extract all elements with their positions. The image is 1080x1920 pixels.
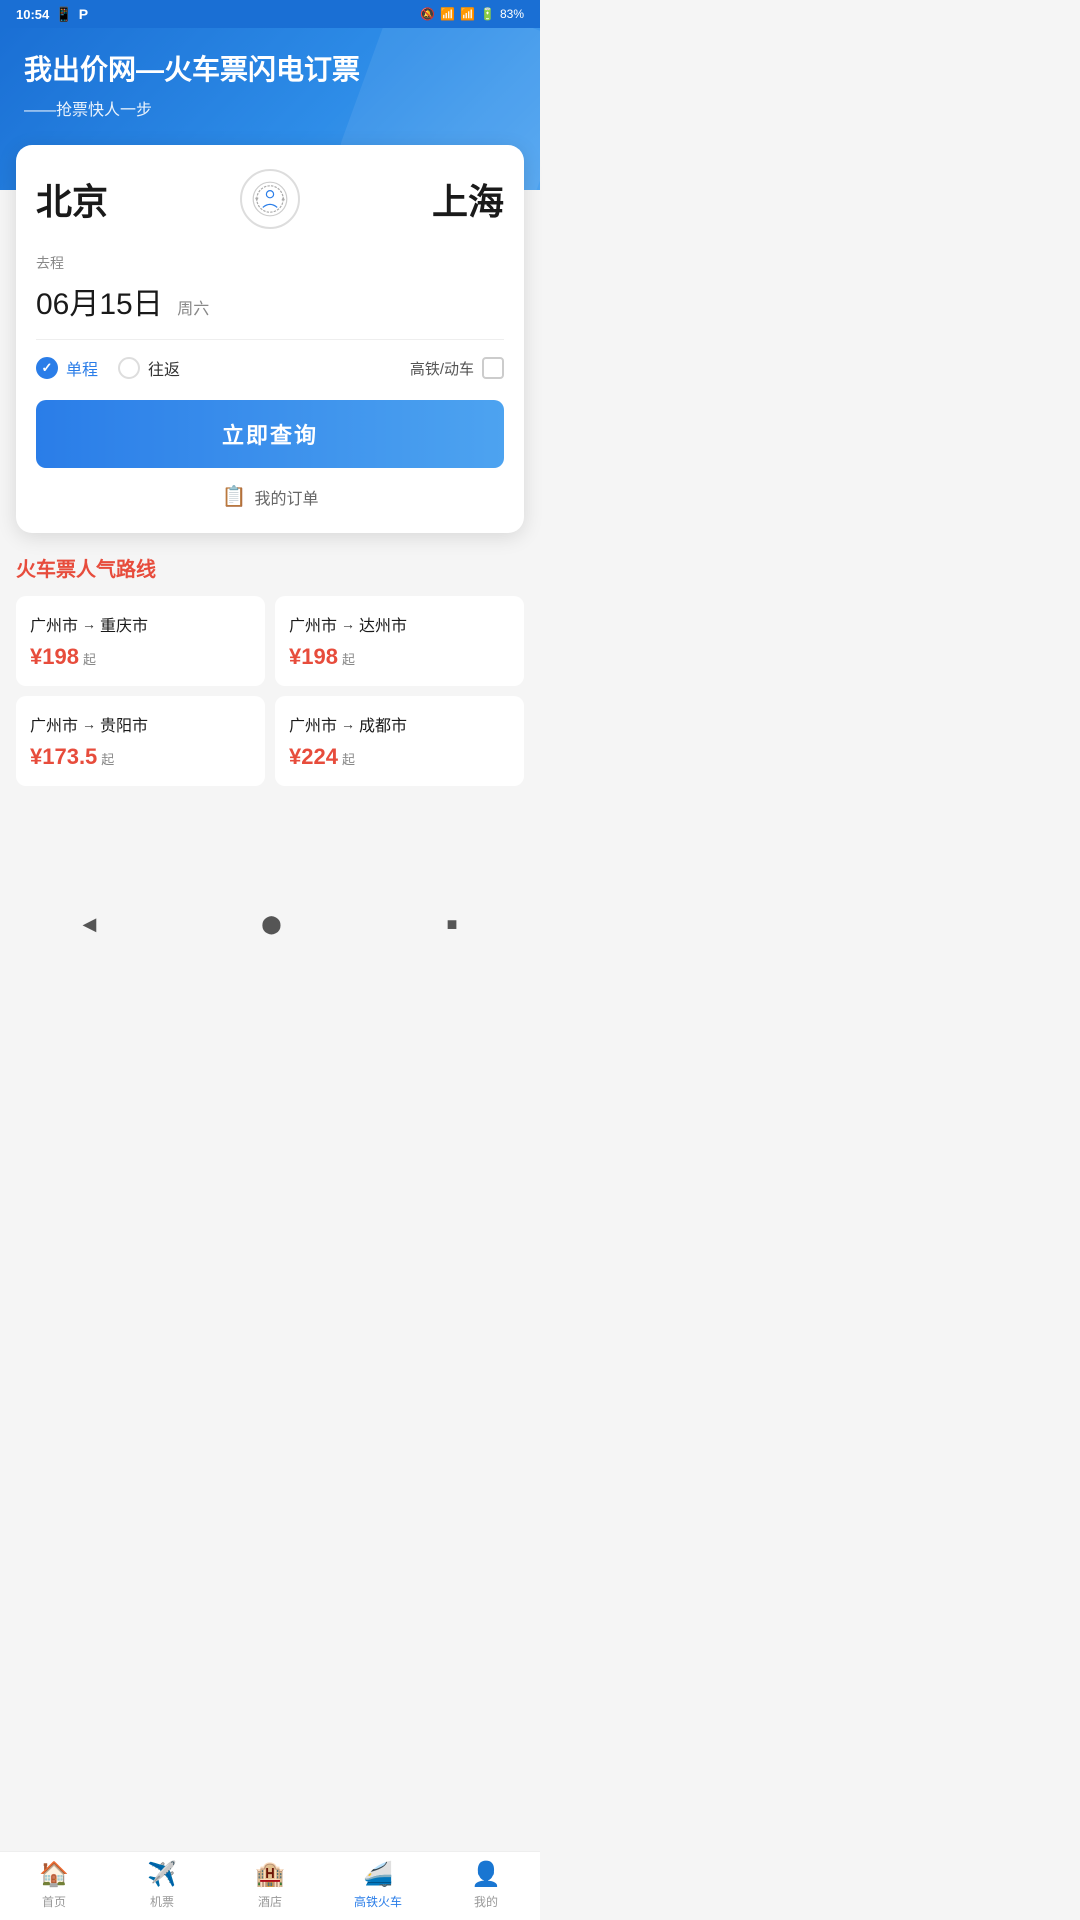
popular-section: 火车票人气路线 广州市 → 重庆市 ¥198 起 广州市 → 达州市 ¥198 … [0,533,540,786]
date-value: 06月15日 [36,288,163,321]
price-value: ¥173.5 [30,744,97,770]
route-to: 贵阳市 [100,712,148,736]
battery-icon: 🔋 [480,7,495,21]
price-value: ¥198 [289,644,338,670]
price-from: 起 [342,749,355,768]
hg-checkbox[interactable] [482,357,504,379]
route-name: 广州市 → 达州市 [289,612,510,636]
arrow-icon: → [82,716,96,732]
nav-icon-3: 🚄 [363,1860,393,1889]
nav-label-4: 我的 [474,1893,498,1910]
hg-option[interactable]: 高铁/动车 [410,357,504,379]
arrow-icon: → [82,616,96,632]
route-from: 广州市 [30,712,78,736]
bell-icon: 🔕 [420,7,435,21]
main-content: 北京 上海 去程 06月15日 周六 [0,145,540,906]
route-row: 北京 上海 [36,169,504,229]
header-title: 我出价网—火车票闪电订票 [24,52,516,88]
route-card[interactable]: 广州市 → 成都市 ¥224 起 [275,696,524,786]
nav-icon-0: 🏠 [39,1860,69,1889]
date-weekday: 周六 [177,301,209,318]
route-card[interactable]: 广州市 → 贵阳市 ¥173.5 起 [16,696,265,786]
route-name: 广州市 → 成都市 [289,712,510,736]
signal-icon: 📶 [460,7,475,21]
bottom-nav: 🏠 首页 ✈️ 机票 🏨 酒店 🚄 高铁火车 👤 我的 [0,1851,540,1920]
route-to: 成都市 [359,712,407,736]
nav-icon-1: ✈️ [147,1860,177,1889]
popular-title: 火车票人气路线 [16,553,524,582]
nav-item-我的[interactable]: 👤 我的 [432,1860,540,1910]
route-price: ¥198 起 [289,644,510,670]
route-price: ¥198 起 [30,644,251,670]
round-trip-option[interactable]: 往返 [118,356,180,380]
nav-item-酒店[interactable]: 🏨 酒店 [216,1860,324,1910]
price-value: ¥198 [30,644,79,670]
route-price: ¥173.5 起 [30,744,251,770]
status-time: 10:54 [16,7,49,22]
route-name: 广州市 → 重庆市 [30,612,251,636]
price-from: 起 [83,649,96,668]
trip-type-label: 去程 [36,253,504,273]
status-right: 🔕 📶 📶 🔋 83% [420,7,524,21]
nav-item-首页[interactable]: 🏠 首页 [0,1860,108,1910]
recent-button[interactable]: ■ [447,914,458,935]
options-row: 单程 往返 高铁/动车 [36,356,504,380]
app-icon: 📱 [55,6,72,23]
arrow-icon: → [341,716,355,732]
hg-label: 高铁/动车 [410,358,474,379]
nav-label-0: 首页 [42,1893,66,1910]
parking-icon: P [79,6,88,22]
nav-items-container: 🏠 首页 ✈️ 机票 🏨 酒店 🚄 高铁火车 👤 我的 [0,1860,540,1910]
round-trip-radio[interactable] [118,357,140,379]
nav-icon-2: 🏨 [255,1860,285,1889]
divider [36,339,504,340]
swap-button[interactable] [240,169,300,229]
date-row[interactable]: 06月15日 周六 [36,279,504,323]
battery-percent: 83% [500,7,524,21]
route-card[interactable]: 广州市 → 重庆市 ¥198 起 [16,596,265,686]
from-city[interactable]: 北京 [36,173,108,225]
nav-item-高铁火车[interactable]: 🚄 高铁火车 [324,1860,432,1910]
arrow-icon: → [341,616,355,632]
search-card: 北京 上海 去程 06月15日 周六 [16,145,524,533]
route-to: 重庆市 [100,612,148,636]
route-name: 广州市 → 贵阳市 [30,712,251,736]
price-from: 起 [101,749,114,768]
route-from: 广州市 [289,612,337,636]
one-way-option[interactable]: 单程 [36,356,98,380]
nav-label-1: 机票 [150,1893,174,1910]
route-price: ¥224 起 [289,744,510,770]
price-from: 起 [342,649,355,668]
nav-icon-4: 👤 [471,1860,501,1889]
to-city[interactable]: 上海 [432,173,504,225]
routes-grid: 广州市 → 重庆市 ¥198 起 广州市 → 达州市 ¥198 起 广州市 → … [16,596,524,786]
header-subtitle: ——抢票快人一步 [24,96,516,120]
nav-label-3: 高铁火车 [354,1893,402,1910]
one-way-radio[interactable] [36,357,58,379]
android-nav: ◀ ⬤ ■ [0,906,540,946]
route-card[interactable]: 广州市 → 达州市 ¥198 起 [275,596,524,686]
my-orders-link[interactable]: 📋 我的订单 [36,468,504,513]
price-value: ¥224 [289,744,338,770]
search-button[interactable]: 立即查询 [36,400,504,468]
order-icon: 📋 [222,484,247,509]
back-button[interactable]: ◀ [83,914,97,935]
nav-item-机票[interactable]: ✈️ 机票 [108,1860,216,1910]
route-from: 广州市 [30,612,78,636]
round-trip-label: 往返 [148,356,180,380]
status-bar: 10:54 📱 P 🔕 📶 📶 🔋 83% [0,0,540,28]
one-way-label: 单程 [66,356,98,380]
wifi-icon: 📶 [440,7,455,21]
home-button[interactable]: ⬤ [261,914,281,935]
status-left: 10:54 📱 P [16,6,88,23]
nav-label-2: 酒店 [258,1893,282,1910]
route-to: 达州市 [359,612,407,636]
my-orders-label: 我的订单 [254,485,318,509]
route-from: 广州市 [289,712,337,736]
